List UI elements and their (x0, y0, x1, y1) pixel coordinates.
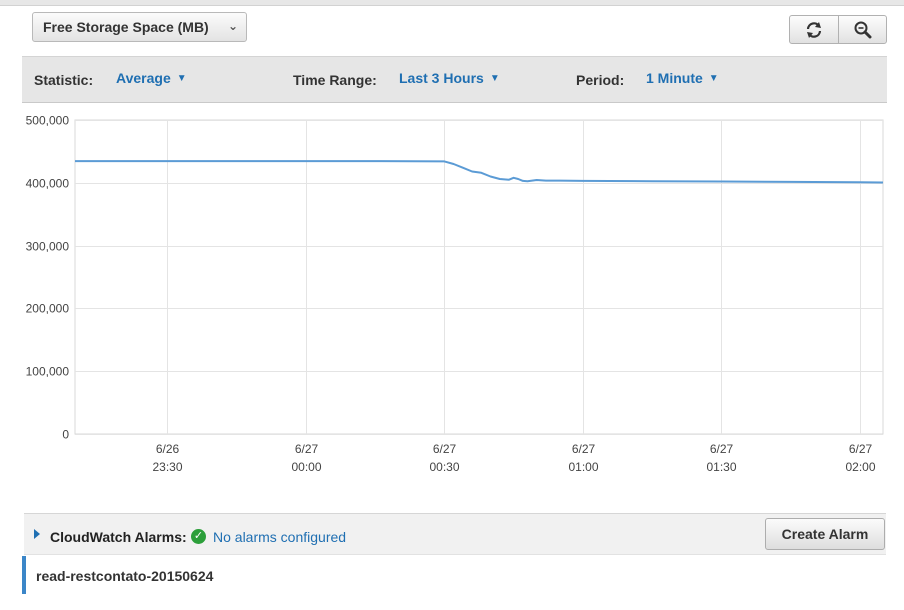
x-tick-date: 6/27 (710, 442, 734, 456)
period-value: 1 Minute (646, 70, 703, 86)
x-tick-time: 02:00 (845, 460, 875, 474)
x-tick-time: 01:30 (706, 460, 736, 474)
metric-select[interactable]: Free Storage Space (MB) ⌄ (32, 12, 247, 42)
top-strip (0, 0, 904, 6)
chart-area[interactable]: 0 100,000 200,000 300,000 400,000 500,000 6/26… (0, 108, 904, 488)
period-label: Period: (576, 72, 625, 88)
x-tick-date: 6/27 (849, 442, 873, 456)
x-tick-time: 01:00 (568, 460, 598, 474)
y-tick-label: 400,000 (26, 177, 70, 191)
expand-triangle-icon[interactable] (34, 529, 40, 539)
chart-actions (789, 15, 887, 44)
y-tick-label: 0 (62, 428, 69, 442)
x-tick-time: 23:30 (152, 460, 182, 474)
x-tick-date: 6/26 (156, 442, 180, 456)
instance-bar: read-restcontato-20150624 (22, 556, 886, 594)
y-tick-label: 500,000 (26, 114, 70, 128)
alarms-status-link[interactable]: No alarms configured (213, 529, 346, 545)
zoom-button[interactable] (838, 16, 886, 43)
chevron-down-icon: ▼ (176, 73, 187, 84)
y-tick-label: 300,000 (26, 240, 70, 254)
cloudwatch-alarms-bar: CloudWatch Alarms: ✓ No alarms configure… (24, 513, 886, 555)
chart-toolbar: Statistic: Average ▼ Time Range: Last 3 H… (22, 56, 887, 103)
chevron-down-icon: ▼ (708, 73, 719, 84)
line-chart[interactable]: 0 100,000 200,000 300,000 400,000 500,000 6/26… (0, 108, 904, 488)
statistic-value: Average (116, 70, 171, 86)
x-tick-time: 00:30 (429, 460, 459, 474)
instance-name: read-restcontato-20150624 (36, 568, 214, 584)
time-range-value: Last 3 Hours (399, 70, 484, 86)
alarms-label: CloudWatch Alarms: (50, 529, 187, 545)
x-tick-date: 6/27 (572, 442, 596, 456)
x-tick-date: 6/27 (433, 442, 457, 456)
plot-area (74, 119, 884, 435)
refresh-icon (806, 21, 822, 38)
zoom-icon (854, 21, 871, 38)
x-tick-time: 00:00 (291, 460, 321, 474)
check-circle-icon: ✓ (191, 529, 206, 544)
time-range-dropdown[interactable]: Last 3 Hours ▼ (399, 70, 500, 86)
chevron-down-icon: ⌄ (227, 19, 238, 33)
create-alarm-button[interactable]: Create Alarm (765, 518, 885, 550)
period-dropdown[interactable]: 1 Minute ▼ (646, 70, 719, 86)
y-tick-label: 100,000 (26, 365, 70, 379)
statistic-dropdown[interactable]: Average ▼ (116, 70, 187, 86)
time-range-label: Time Range: (293, 72, 377, 88)
statistic-label: Statistic: (34, 72, 94, 88)
refresh-button[interactable] (790, 16, 838, 43)
x-tick-date: 6/27 (295, 442, 319, 456)
metric-select-label: Free Storage Space (MB) (43, 19, 209, 35)
chevron-down-icon: ▼ (489, 73, 500, 84)
y-tick-label: 200,000 (26, 302, 70, 316)
